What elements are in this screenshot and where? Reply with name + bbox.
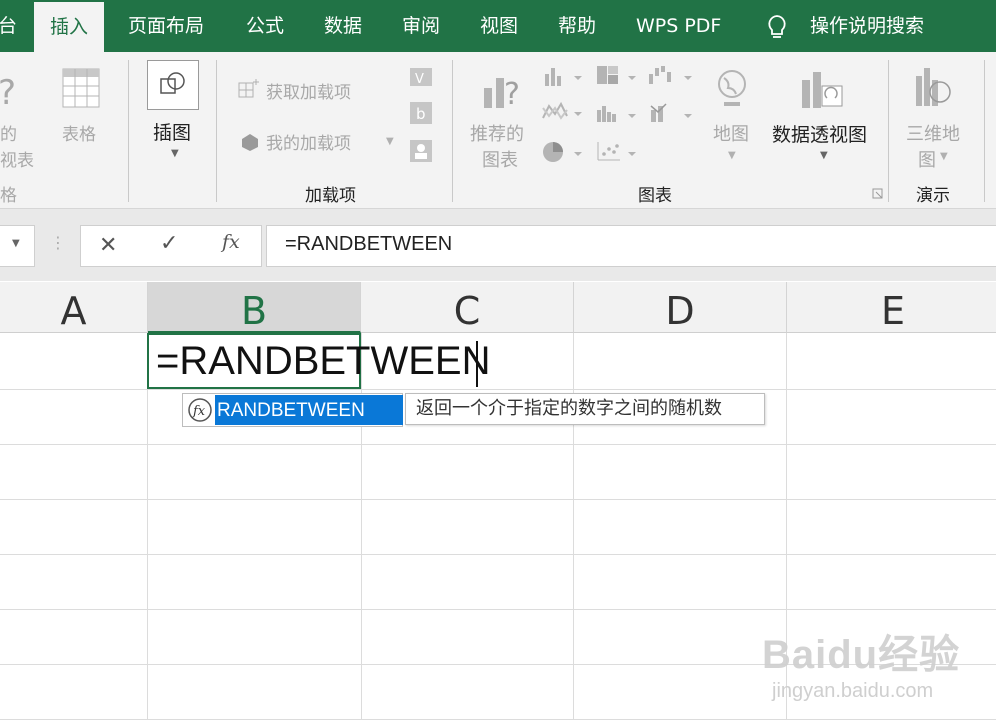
recommended-charts-label-1[interactable]: 推荐的 — [470, 120, 524, 146]
autocomplete-item-randbetween[interactable]: RANDBETWEEN — [215, 395, 403, 425]
group-label-tables: 格 — [0, 186, 17, 206]
cell-edit-text: =RANDBETWEEN — [156, 339, 491, 383]
grid-line — [0, 444, 996, 445]
grid-line — [147, 333, 148, 720]
illustrations-dropdown[interactable]: ▼ — [171, 148, 179, 159]
shapes-icon — [160, 72, 185, 94]
column-header-d[interactable]: D — [574, 282, 787, 333]
text-caret — [476, 341, 478, 387]
get-addins-button[interactable]: 获取加载项 — [266, 78, 351, 103]
statistic-chart-icon[interactable] — [596, 102, 638, 126]
watermark-logo: Baidu经验 — [762, 633, 961, 677]
scatter-chart-icon[interactable] — [596, 140, 640, 164]
function-icon: fx — [188, 398, 212, 422]
formula-input[interactable]: =RANDBETWEEN — [266, 225, 996, 267]
3d-map-label-2[interactable]: 图 — [918, 146, 936, 172]
store-icon — [238, 79, 259, 98]
svg-text:b: b — [416, 105, 426, 123]
table-label[interactable]: 表格 — [62, 120, 96, 145]
column-header-e[interactable]: E — [787, 282, 996, 333]
insert-function-icon[interactable]: fx — [222, 231, 240, 253]
name-box-dropdown-icon[interactable]: ▼ — [12, 238, 20, 249]
tab-review[interactable]: 审阅 — [402, 0, 440, 52]
tab-view[interactable]: 视图 — [480, 0, 518, 52]
column-chart-icon[interactable] — [544, 66, 584, 88]
name-box[interactable]: ▼ — [0, 225, 35, 267]
svg-text:?: ? — [0, 74, 16, 108]
grid-line — [0, 554, 996, 555]
pivot-chart-label[interactable]: 数据透视图 — [772, 120, 867, 147]
table-icon[interactable] — [62, 68, 100, 108]
formula-input-text: =RANDBETWEEN — [285, 233, 453, 255]
column-header-c[interactable]: C — [361, 282, 574, 333]
pivot-chart-dropdown[interactable]: ▼ — [820, 150, 828, 161]
lightbulb-icon — [768, 15, 786, 38]
pie-chart-icon[interactable] — [542, 140, 586, 164]
grid-line — [573, 333, 574, 720]
grid-line — [361, 333, 362, 720]
ribbon-insert: ? 的 视表 表格 格 插图 ▼ 获取加载项 我的加载项 ▼ V b 加载项 — [0, 52, 996, 209]
group-label-addins: 加载项 — [305, 186, 356, 206]
grid-line — [0, 499, 996, 500]
pivot-table-label-1[interactable]: 的 — [0, 120, 17, 145]
tab-insert[interactable]: 插入 — [34, 2, 105, 52]
line-chart-icon[interactable] — [542, 100, 586, 126]
watermark-url: jingyan.baidu.com — [772, 680, 934, 702]
tab-help[interactable]: 帮助 — [558, 0, 596, 52]
formula-bar-grip[interactable]: ⋮ — [50, 233, 66, 252]
illustrations-label[interactable]: 插图 — [153, 118, 191, 145]
people-graph-icon[interactable] — [408, 138, 434, 164]
illustrations-button[interactable] — [147, 60, 199, 110]
recommended-charts-icon[interactable]: ? — [482, 68, 526, 112]
tab-page-layout[interactable]: 页面布局 — [128, 0, 204, 52]
pivot-table-icon: ? — [0, 74, 16, 108]
column-header-a[interactable]: A — [0, 282, 148, 333]
group-separator — [452, 60, 453, 202]
tab-data[interactable]: 数据 — [324, 0, 362, 52]
grid-line — [0, 609, 996, 610]
my-addins-icon — [242, 134, 258, 151]
map-dropdown[interactable]: ▼ — [728, 150, 736, 161]
bing-icon[interactable]: b — [408, 100, 434, 126]
map-icon[interactable] — [714, 68, 754, 112]
tab-home-partial[interactable]: 台 — [0, 0, 17, 52]
pivot-table-label-2[interactable]: 视表 — [0, 146, 34, 171]
pivot-chart-icon[interactable] — [800, 68, 844, 112]
group-separator — [216, 60, 217, 202]
visio-icon[interactable]: V — [408, 64, 434, 90]
map-label[interactable]: 地图 — [713, 120, 749, 146]
cancel-icon[interactable]: ✕ — [99, 233, 117, 258]
combo-chart-icon[interactable] — [650, 102, 694, 126]
svg-text:V: V — [415, 72, 424, 87]
tab-wps-pdf[interactable]: WPS PDF — [636, 0, 721, 52]
hierarchy-chart-icon[interactable] — [596, 64, 638, 88]
my-addins-button[interactable]: 我的加载项 — [266, 129, 351, 154]
formula-bar: ▼ ⋮ ✕ ✓ fx =RANDBETWEEN — [0, 209, 996, 281]
recommended-charts-label-2[interactable]: 图表 — [482, 146, 518, 172]
svg-text:fx: fx — [192, 404, 206, 419]
function-autocomplete-list: fx RANDBETWEEN — [182, 393, 403, 427]
column-header-b[interactable]: B — [148, 282, 361, 333]
group-label-charts: 图表 — [638, 186, 672, 206]
tell-me-search[interactable]: 操作说明搜索 — [810, 0, 924, 52]
my-addins-dropdown[interactable]: ▼ — [386, 136, 394, 147]
group-label-tours: 演示 — [916, 186, 950, 206]
waterfall-chart-icon[interactable] — [648, 64, 694, 88]
tab-formulas[interactable]: 公式 — [246, 0, 284, 52]
group-separator — [984, 60, 985, 202]
svg-text:?: ? — [504, 77, 520, 112]
ribbon-tab-bar: 台 插入 页面布局 公式 数据 审阅 视图 帮助 WPS PDF 操作说明搜索 — [0, 0, 996, 52]
confirm-icon[interactable]: ✓ — [160, 231, 178, 256]
3d-map-dropdown[interactable]: ▼ — [940, 151, 948, 162]
group-separator — [888, 60, 889, 202]
group-separator — [128, 60, 129, 202]
function-tooltip: 返回一个介于指定的数字之间的随机数 — [405, 393, 765, 425]
grid-line — [0, 389, 996, 390]
3d-map-icon[interactable] — [914, 66, 958, 110]
active-cell-b1[interactable]: =RANDBETWEEN — [147, 333, 491, 389]
3d-map-label-1[interactable]: 三维地 — [906, 120, 960, 146]
dialog-launcher-icon[interactable] — [872, 188, 884, 200]
